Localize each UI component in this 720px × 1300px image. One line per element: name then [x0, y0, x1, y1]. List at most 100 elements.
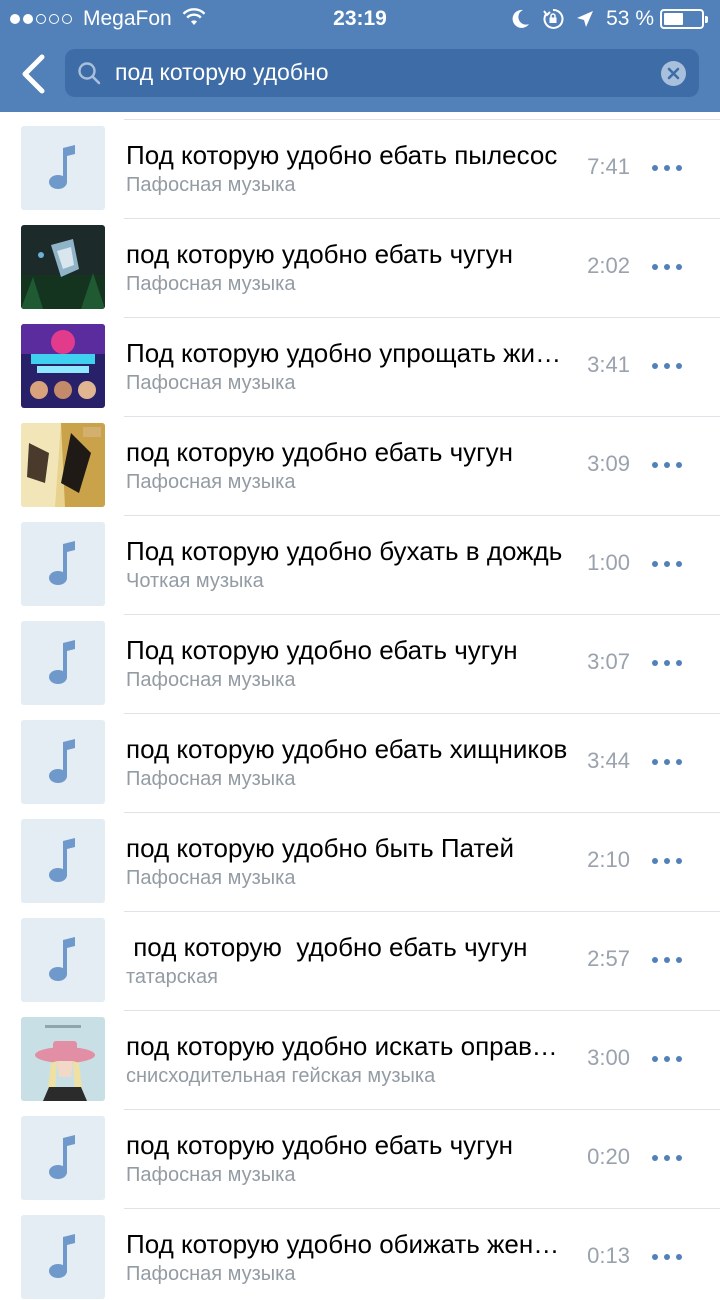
track-title: под которую удобно ебать чугун	[126, 239, 514, 269]
search-icon	[78, 62, 101, 85]
more-options-button[interactable]	[652, 757, 682, 767]
album-cover	[21, 423, 105, 507]
track-duration: 7:41	[587, 154, 630, 179]
separator	[0, 713, 720, 714]
track-row[interactable]: под которую удобно быть Патей Пафосная му…	[0, 805, 720, 904]
music-note-icon	[21, 126, 105, 210]
status-right: 53 %	[512, 7, 708, 31]
separator	[0, 515, 720, 516]
track-row[interactable]: под которую удобно ебать чугун татарская 2…	[0, 904, 720, 1003]
track-artist: Пафосная музыка	[126, 174, 296, 196]
track-artist: Пафосная музыка	[126, 768, 296, 790]
track-row[interactable]: под которую удобно ебать чугун Пафосная м…	[0, 1102, 720, 1201]
separator-line	[124, 1208, 720, 1209]
separator-line	[124, 1010, 720, 1011]
music-note-icon	[21, 1116, 105, 1200]
more-horizontal-icon	[664, 957, 670, 963]
more-horizontal-icon	[676, 957, 682, 963]
battery-percent: 53 %	[606, 7, 654, 30]
more-horizontal-icon	[664, 1056, 670, 1062]
track-title: Под которую удобно ебать пылесос	[126, 140, 558, 170]
separator-line	[124, 911, 720, 912]
track-artist: Пафосная музыка	[126, 372, 296, 394]
location-arrow-icon	[577, 11, 594, 27]
separator-line	[124, 515, 720, 516]
track-artist: Пафосная музыка	[126, 273, 296, 295]
track-duration: 2:10	[587, 847, 630, 872]
more-horizontal-icon	[676, 1056, 682, 1062]
more-horizontal-icon	[676, 660, 682, 666]
separator	[0, 614, 720, 615]
separator	[0, 416, 720, 417]
music-note-icon	[21, 1215, 105, 1299]
separator	[0, 1109, 720, 1110]
track-title: под которую удобно ебать чугун	[126, 1130, 514, 1160]
more-horizontal-icon	[652, 660, 658, 666]
separator-line	[124, 218, 720, 219]
separator-line	[124, 614, 720, 615]
track-artist: Пафосная музыка	[126, 1164, 296, 1186]
track-duration: 3:07	[587, 649, 630, 674]
separator	[0, 218, 720, 219]
more-options-button[interactable]	[652, 658, 682, 668]
clear-icon	[667, 67, 680, 80]
track-row[interactable]: под которую удобно ебать чугун Пафосная м…	[0, 211, 720, 310]
more-options-button[interactable]	[652, 1153, 682, 1163]
more-options-button[interactable]	[652, 163, 682, 173]
track-artist: Пафосная музыка	[126, 471, 296, 493]
track-row[interactable]: под которую удобно ебать хищников Пафосна…	[0, 706, 720, 805]
track-row[interactable]: под которую удобно искать оправдания снис…	[0, 1003, 720, 1102]
more-horizontal-icon	[664, 759, 670, 765]
more-options-button[interactable]	[652, 559, 682, 569]
more-horizontal-icon	[676, 1155, 682, 1161]
more-horizontal-icon	[664, 1254, 670, 1260]
separator-line	[124, 812, 720, 813]
separator-line	[124, 416, 720, 417]
more-horizontal-icon	[676, 264, 682, 270]
search-input[interactable]: под которую удобно	[65, 49, 699, 97]
music-note-icon	[21, 621, 105, 705]
more-options-button[interactable]	[652, 361, 682, 371]
separator	[0, 911, 720, 912]
moon-icon	[512, 9, 530, 28]
back-button[interactable]	[18, 54, 50, 94]
track-row[interactable]: Под которую удобно упрощать жизнь Пафосна…	[0, 310, 720, 409]
separator-line	[124, 317, 720, 318]
track-row[interactable]: Под которую удобно ебать пылесос Пафосная…	[0, 112, 720, 211]
more-options-button[interactable]	[652, 262, 682, 272]
track-duration: 2:02	[587, 253, 630, 278]
track-row[interactable]: Под которую удобно обижать женщин Пафосна…	[0, 1201, 720, 1300]
track-row[interactable]: под которую удобно ебать чугун Пафосная м…	[0, 409, 720, 508]
separator	[0, 119, 720, 120]
track-row[interactable]: Под которую удобно ебать чугун Пафосная м…	[0, 607, 720, 706]
more-horizontal-icon	[664, 165, 670, 171]
more-options-button[interactable]	[652, 955, 682, 965]
more-horizontal-icon	[664, 858, 670, 864]
battery-tip	[705, 16, 708, 23]
more-horizontal-icon	[664, 462, 670, 468]
more-options-button[interactable]	[652, 1054, 682, 1064]
music-note-icon	[21, 720, 105, 804]
search-query[interactable]: под которую удобно	[115, 59, 329, 86]
more-horizontal-icon	[664, 1155, 670, 1161]
more-options-button[interactable]	[652, 1252, 682, 1262]
more-horizontal-icon	[664, 561, 670, 567]
music-note-icon	[21, 819, 105, 903]
more-options-button[interactable]	[652, 856, 682, 866]
more-horizontal-icon	[652, 1254, 658, 1260]
more-horizontal-icon	[676, 1254, 682, 1260]
track-artist: Пафосная музыка	[126, 867, 296, 889]
battery-icon	[660, 9, 708, 29]
more-horizontal-icon	[652, 858, 658, 864]
separator	[0, 1208, 720, 1209]
rotation-lock-icon	[543, 8, 564, 29]
battery-fill	[664, 13, 683, 25]
more-options-button[interactable]	[652, 460, 682, 470]
track-duration: 1:00	[587, 550, 630, 575]
more-horizontal-icon	[652, 462, 658, 468]
more-horizontal-icon	[652, 957, 658, 963]
more-horizontal-icon	[676, 165, 682, 171]
clear-search-button[interactable]	[661, 61, 686, 86]
track-row[interactable]: Под которую удобно бухать в дождь Чоткая …	[0, 508, 720, 607]
track-artist: Пафосная музыка	[126, 1263, 296, 1285]
